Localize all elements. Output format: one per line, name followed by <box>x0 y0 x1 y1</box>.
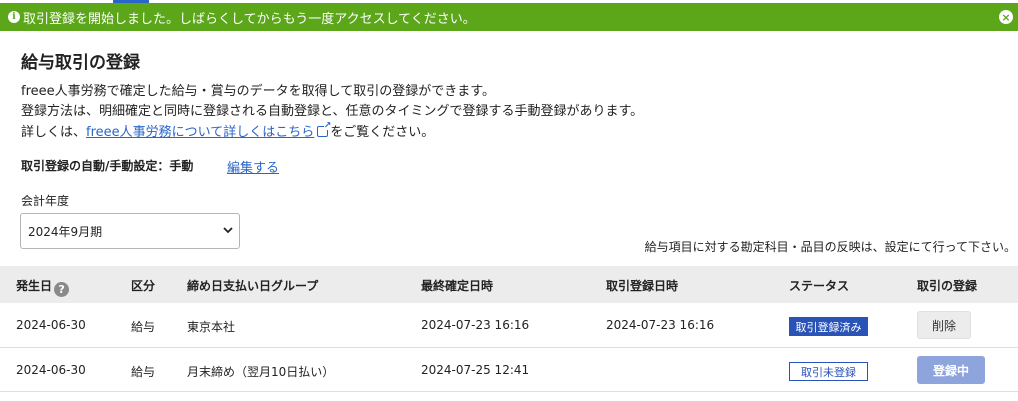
header-category: 区分 <box>131 279 156 293</box>
description-suffix: をご覧ください。 <box>330 125 435 140</box>
fiscal-year-value: 2024年9月期 <box>28 224 103 239</box>
header-action: 取引の登録 <box>917 279 978 293</box>
auto-manual-setting: 取引登録の自動/手動設定：手動 編集する <box>21 157 279 176</box>
external-link-icon <box>317 121 331 137</box>
chevron-down-icon <box>223 227 233 234</box>
header-registered-at: 取引登録日時 <box>606 279 679 293</box>
description-line-2: 登録方法は、明細確定と同時に登録される自動登録と、任意のタイミングで登録する手動… <box>21 104 644 119</box>
close-icon[interactable]: × <box>999 10 1013 24</box>
edit-setting-link[interactable]: 編集する <box>227 157 279 176</box>
header-date-label: 発生日 <box>16 279 53 293</box>
table-row: 2024-06-30 給与 月末締め（翌月10日払い） 2024-07-25 1… <box>0 348 1018 392</box>
table-row: 2024-06-30 給与 東京本社 2024-07-23 16:16 2024… <box>0 303 1018 348</box>
header-group: 締め日支払い日グループ <box>187 279 319 293</box>
settings-note: 給与項目に対する勘定科目・品目の反映は、設定にて行って下さい。 <box>644 240 1016 254</box>
registering-button[interactable]: 登録中 <box>917 356 985 384</box>
cell-date: 2024-06-30 <box>16 363 86 377</box>
cell-registered-at: 2024-07-23 16:16 <box>606 318 715 332</box>
cell-group: 月末締め（翌月10日払い） <box>187 365 335 379</box>
page-title: 給与取引の登録 <box>21 53 140 73</box>
hr-details-link[interactable]: freee人事労務について詳しくはこちら <box>86 125 314 140</box>
delete-button[interactable]: 削除 <box>917 311 971 339</box>
setting-label: 取引登録の自動/手動設定：手動 <box>21 159 194 173</box>
description-line-3: 詳しくは、freee人事労務について詳しくはこちら をご覧ください。 <box>21 121 434 140</box>
cell-date: 2024-06-30 <box>16 318 86 332</box>
success-banner: i 取引登録を開始しました。しばらくしてからもう一度アクセスしてください。 × <box>0 3 1018 31</box>
cell-category: 給与 <box>131 320 156 334</box>
cell-group: 東京本社 <box>187 320 236 334</box>
help-icon[interactable]: ? <box>54 282 70 297</box>
status-badge: 取引登録済み <box>789 317 868 336</box>
status-badge: 取引未登録 <box>789 362 868 381</box>
header-date: 発生日? <box>16 277 70 297</box>
header-confirmed-at: 最終確定日時 <box>421 279 494 293</box>
fiscal-year-select[interactable]: 2024年9月期 <box>20 213 240 249</box>
cell-confirmed-at: 2024-07-25 12:41 <box>421 363 530 377</box>
banner-message: 取引登録を開始しました。しばらくしてからもう一度アクセスしてください。 <box>23 11 476 27</box>
cell-confirmed-at: 2024-07-23 16:16 <box>421 318 530 332</box>
info-icon: i <box>8 11 20 23</box>
description-line-1: freee人事労務で確定した給与・賞与のデータを取得して取引の登録ができます。 <box>21 84 495 99</box>
header-status: ステータス <box>789 279 850 293</box>
table-header: 発生日? 区分 締め日支払い日グループ 最終確定日時 取引登録日時 ステータス … <box>0 266 1018 303</box>
cell-category: 給与 <box>131 365 156 379</box>
fiscal-year-label: 会計年度 <box>21 194 70 208</box>
description-prefix: 詳しくは、 <box>21 125 87 140</box>
